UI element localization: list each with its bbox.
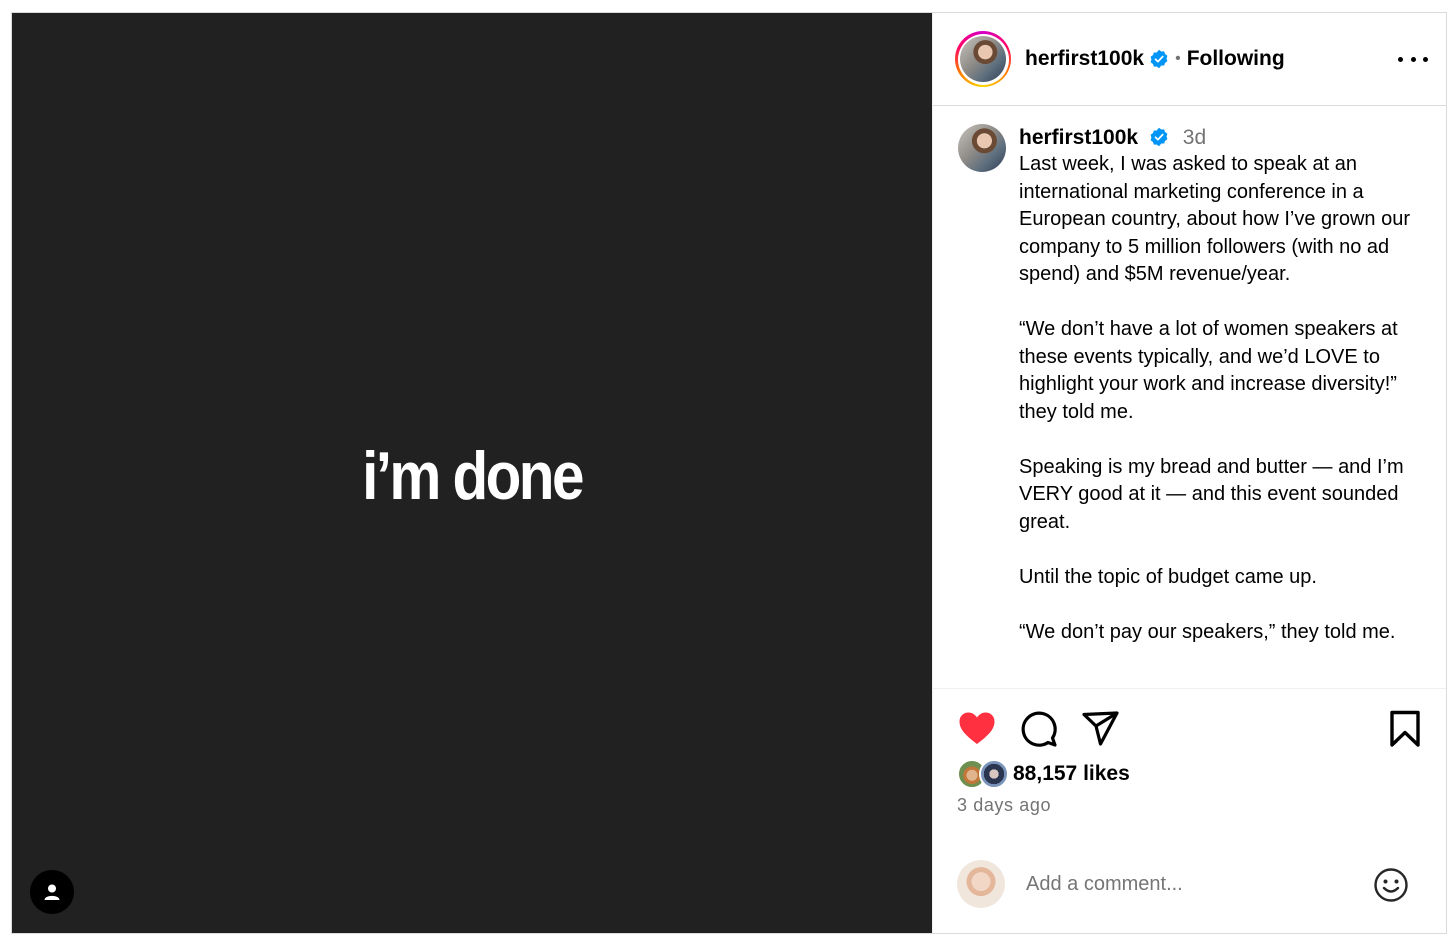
caption-paragraph: Until the topic of budget came up. (1019, 565, 1317, 588)
caption-paragraph: “We don’t have a lot of women speakers a… (1019, 318, 1398, 423)
header-username[interactable]: herfirst100k (1025, 47, 1144, 71)
post-media[interactable]: i’m done (12, 13, 932, 933)
paper-plane-icon[interactable] (1081, 709, 1121, 749)
caption-text: Last week, I was asked to speak at an in… (1019, 151, 1431, 646)
caption-paragraph: Last week, I was asked to speak at an in… (1019, 153, 1410, 285)
liker-avatar (979, 759, 1009, 789)
bookmark-icon[interactable] (1385, 709, 1425, 749)
verified-badge-icon (1150, 49, 1168, 69)
heart-icon[interactable] (957, 709, 997, 749)
avatar[interactable] (960, 36, 1006, 82)
following-button[interactable]: Following (1187, 47, 1285, 71)
caption-avatar[interactable] (958, 124, 1006, 172)
user-icon (44, 884, 60, 900)
current-user-avatar (957, 860, 1005, 908)
likes-row[interactable]: 88,157 likes (957, 759, 1130, 789)
likes-count[interactable]: 88,157 likes (1013, 762, 1130, 786)
tagged-users-button[interactable] (30, 870, 74, 914)
smiley-icon[interactable] (1373, 867, 1409, 903)
caption-body: herfirst100k 3d Last week, I was asked t… (1019, 124, 1431, 674)
comment-icon[interactable] (1019, 709, 1059, 749)
comment-input[interactable] (1026, 873, 1326, 896)
separator-dot: • (1175, 50, 1181, 67)
caption-paragraph: Speaking is my bread and butter — and I’… (1019, 455, 1404, 533)
caption-paragraph: “We don’t pay our speakers,” they told m… (1019, 620, 1396, 643)
caption-timestamp[interactable]: 3d (1183, 126, 1206, 149)
action-bar (933, 709, 1446, 749)
caption-username[interactable]: herfirst100k (1019, 126, 1138, 149)
post-date[interactable]: 3 days ago (957, 795, 1051, 816)
story-ring[interactable] (955, 31, 1011, 87)
comment-bar (933, 853, 1446, 915)
verified-badge-icon (1150, 127, 1168, 147)
post-header: herfirst100k • Following (933, 13, 1446, 106)
caption-section: herfirst100k 3d Last week, I was asked t… (933, 106, 1446, 689)
ellipsis-icon[interactable] (1398, 49, 1428, 69)
post-dialog: i’m done herfirst100k • Following herfir… (11, 12, 1447, 934)
post-sidebar: herfirst100k • Following herfirst100k 3d (932, 13, 1446, 933)
media-overlay-text: i’m done (362, 438, 584, 514)
